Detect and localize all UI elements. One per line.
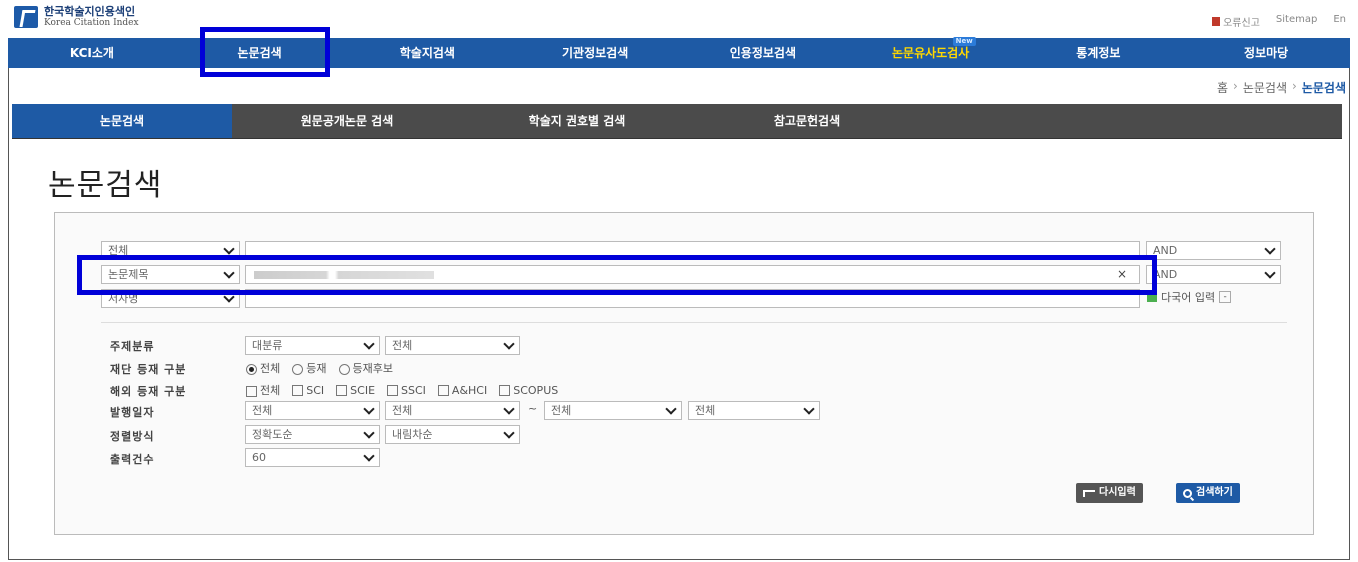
chevron-down-icon xyxy=(363,403,375,415)
breadcrumb-level1[interactable]: 논문검색 xyxy=(1243,79,1287,96)
count-label: 출력건수 xyxy=(110,453,155,466)
chevron-down-icon xyxy=(223,243,235,255)
search-button[interactable]: 검색하기 xyxy=(1176,483,1240,503)
operator-select-1[interactable]: AND xyxy=(1146,241,1281,260)
nav-similarity-label: 논문유사도검사 xyxy=(891,46,970,60)
search-icon xyxy=(1183,488,1192,498)
return-arrow-icon xyxy=(1083,489,1095,497)
reset-button[interactable]: 다시입력 xyxy=(1076,483,1143,503)
nav-kci-intro[interactable]: KCI소개 xyxy=(8,38,176,68)
chevron-down-icon xyxy=(363,450,375,462)
chevron-down-icon xyxy=(1264,267,1276,279)
subject-sub-select[interactable]: 전체 xyxy=(385,336,520,355)
foreign-label: 해외 등재 구분 xyxy=(110,385,187,398)
chevron-down-icon xyxy=(503,338,515,350)
tab-journal-issue-search[interactable]: 학술지 권호별 검색 xyxy=(462,104,692,138)
nav-institution-search[interactable]: 기관정보검색 xyxy=(511,38,679,68)
sort-field-select[interactable]: 정확도순 xyxy=(245,425,380,444)
radio-all[interactable]: 전체 xyxy=(246,360,280,376)
sub-tabs: 논문검색 원문공개논문 검색 학술지 권호별 검색 참고문헌검색 xyxy=(12,104,1342,139)
chevron-down-icon xyxy=(1264,243,1276,255)
date-to-year-select[interactable]: 전체 xyxy=(544,401,682,420)
count-select[interactable]: 60 xyxy=(245,448,380,467)
checkbox-scopus[interactable]: SCOPUS xyxy=(499,384,558,397)
page-title: 논문검색 xyxy=(48,168,163,203)
divider xyxy=(101,322,1287,323)
tab-reference-search[interactable]: 참고문헌검색 xyxy=(692,104,922,138)
checkbox-ahci[interactable]: A&HCI xyxy=(437,384,487,397)
checkbox-ssci[interactable]: SSCI xyxy=(387,384,426,397)
chevron-down-icon xyxy=(363,427,375,439)
checkbox-sci[interactable]: SCI xyxy=(292,384,324,397)
utility-links: 오류신고 Sitemap En xyxy=(1212,14,1346,29)
sort-order-select[interactable]: 내림차순 xyxy=(385,425,520,444)
nav-citation-search[interactable]: 인용정보검색 xyxy=(679,38,847,68)
date-from-year-select[interactable]: 전체 xyxy=(245,401,380,420)
new-badge: New xyxy=(952,37,976,46)
breadcrumb-separator: › xyxy=(1233,79,1238,93)
radio-registered[interactable]: 등재 xyxy=(292,360,327,376)
logo-english: Korea Citation Index xyxy=(44,18,139,28)
subject-label: 주제분류 xyxy=(110,340,155,353)
date-range-tilde: ~ xyxy=(528,402,538,415)
subject-main-select[interactable]: 대분류 xyxy=(245,336,380,355)
logo-korean: 한국학술지인용색인 xyxy=(44,5,136,18)
foreign-checkbox-group: 전체 SCI SCIE SSCI A&HCI SCOPUS xyxy=(246,382,558,398)
kci-logo-icon xyxy=(14,6,38,28)
language-link[interactable]: En xyxy=(1333,14,1346,29)
chevron-down-icon xyxy=(803,403,815,415)
nav-statistics[interactable]: 통계정보 xyxy=(1015,38,1183,68)
registration-label: 재단 등재 구분 xyxy=(110,363,187,376)
sort-label: 정렬방식 xyxy=(110,430,155,443)
multilang-input[interactable]: 다국어 입력 - xyxy=(1147,289,1232,305)
chevron-down-icon xyxy=(363,338,375,350)
operator-select-2[interactable]: AND xyxy=(1146,265,1281,284)
radio-candidate[interactable]: 등재후보 xyxy=(338,360,393,376)
date-label: 발행일자 xyxy=(110,406,155,419)
multilang-toggle-button[interactable]: - xyxy=(1219,291,1232,303)
date-to-month-select[interactable]: 전체 xyxy=(688,401,820,420)
breadcrumb-home[interactable]: 홈 xyxy=(1217,79,1228,96)
chevron-down-icon xyxy=(665,403,677,415)
error-report-link[interactable]: 오류신고 xyxy=(1212,14,1260,29)
chevron-down-icon xyxy=(503,427,515,439)
chevron-down-icon xyxy=(503,403,515,415)
nav-journal-search[interactable]: 학술지검색 xyxy=(344,38,512,68)
sitemap-link[interactable]: Sitemap xyxy=(1276,14,1317,29)
site-logo[interactable]: 한국학술지인용색인 Korea Citation Index xyxy=(14,6,139,28)
breadcrumb-current: 논문검색 xyxy=(1301,81,1346,95)
checkbox-all[interactable]: 전체 xyxy=(246,382,280,398)
registration-radio-group: 전체 등재 등재후보 xyxy=(246,360,393,376)
annotation-box-nav xyxy=(200,27,330,77)
nav-info-board[interactable]: 정보마당 xyxy=(1182,38,1350,68)
tab-open-access-search[interactable]: 원문공개논문 검색 xyxy=(232,104,462,138)
alert-icon xyxy=(1212,17,1221,26)
nav-similarity-check[interactable]: 논문유사도검사 New xyxy=(847,37,1015,68)
annotation-box-title-field xyxy=(77,255,1157,295)
breadcrumb-separator: › xyxy=(1292,79,1297,93)
date-from-month-select[interactable]: 전체 xyxy=(385,401,520,420)
checkbox-scie[interactable]: SCIE xyxy=(336,384,375,397)
tab-paper-search[interactable]: 논문검색 xyxy=(12,104,232,138)
breadcrumb: 홈 › 논문검색 › 논문검색 xyxy=(1217,79,1346,96)
